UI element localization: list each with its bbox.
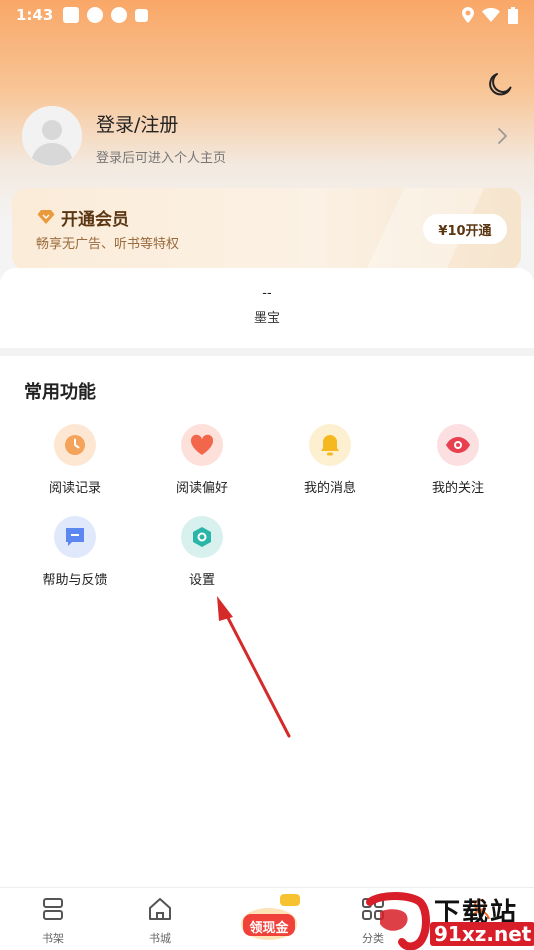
vip-subtitle: 畅享无广告、听书等特权 (36, 237, 180, 252)
watermark: 下载站 91xz.net (360, 892, 534, 950)
status-bar: 1:43 (0, 0, 534, 30)
vip-open-button[interactable]: ¥10开通 (423, 214, 507, 244)
clock-icon (54, 424, 96, 466)
watermark-logo (366, 892, 430, 950)
section-title: 常用功能 (24, 382, 96, 403)
diamond-icon (37, 210, 55, 224)
text-app-icon (135, 8, 149, 22)
section-divider (0, 348, 534, 356)
coins-card[interactable]: -- 墨宝 (0, 268, 534, 348)
eye-icon (437, 424, 479, 466)
func-label: 帮助与反馈 (42, 573, 108, 588)
tab-label: 书城 (149, 932, 171, 945)
func-label: 设置 (188, 573, 215, 588)
bookshelf-icon (43, 898, 63, 920)
chevron-right-icon[interactable] (496, 126, 510, 146)
func-label: 我的消息 (303, 481, 356, 496)
cash-badge: 领现金 (249, 921, 289, 936)
func-label: 我的关注 (431, 481, 484, 496)
status-time: 1:43 (16, 6, 54, 24)
coin-label: 墨宝 (253, 311, 280, 326)
notification-icons (63, 7, 149, 23)
watermark-url: 91xz.net (430, 922, 534, 946)
heart-icon (181, 424, 223, 466)
avatar[interactable] (22, 106, 82, 166)
tab-label: 书架 (42, 932, 64, 945)
func-reading-preference[interactable]: 阅读偏好 (147, 424, 257, 496)
settings-icon (181, 516, 223, 558)
coin-value: -- (262, 286, 272, 301)
sync-icon (87, 7, 104, 23)
login-register-link[interactable]: 登录/注册 (96, 110, 178, 137)
night-mode-icon[interactable] (488, 71, 514, 97)
system-icons (462, 6, 518, 24)
func-my-messages[interactable]: 我的消息 (275, 424, 385, 496)
func-label: 阅读记录 (48, 481, 101, 496)
tab-earn-cash[interactable]: 领现金 (234, 890, 304, 948)
wifi-icon (482, 8, 500, 22)
default-avatar-icon (22, 106, 82, 166)
home-icon (149, 898, 171, 920)
func-reading-history[interactable]: 阅读记录 (20, 424, 130, 496)
profile-header[interactable]: 登录/注册 登录后可进入个人主页 (22, 106, 512, 166)
sync-icon (111, 7, 128, 23)
vip-banner[interactable]: 开通会员 畅享无广告、听书等特权 ¥10开通 (12, 188, 521, 270)
func-my-follows[interactable]: 我的关注 (403, 424, 513, 496)
battery-icon (508, 6, 518, 24)
func-label: 阅读偏好 (175, 481, 228, 496)
func-help-feedback[interactable]: 帮助与反馈 (20, 516, 130, 588)
profile-subtitle: 登录后可进入个人主页 (96, 151, 227, 166)
app-notification-icon (63, 7, 80, 23)
func-settings[interactable]: 设置 (147, 516, 257, 588)
bell-icon (309, 424, 351, 466)
tab-bookshelf[interactable]: 书架 (13, 896, 93, 946)
tab-bookstore[interactable]: 书城 (120, 896, 200, 946)
message-icon (54, 516, 96, 558)
vip-title: 开通会员 (61, 210, 129, 230)
location-icon (462, 7, 474, 23)
